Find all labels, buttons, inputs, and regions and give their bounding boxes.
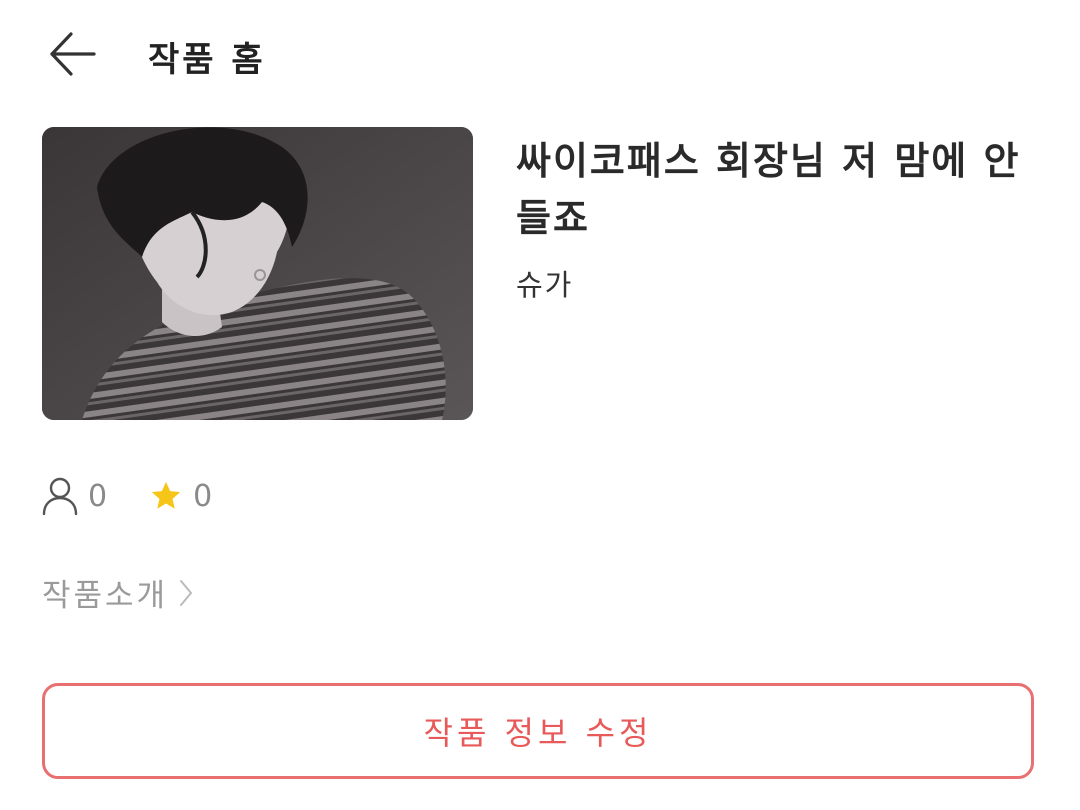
page-title: 작품 홈 (148, 40, 266, 80)
readers-count: 0 (88, 478, 108, 514)
author-name: 슈가 (516, 268, 574, 302)
edit-work-info-label: 작품 정보 수정 (423, 714, 653, 752)
work-intro-label: 작품소개 (42, 578, 169, 614)
work-title: 싸이코패스 회장님 저 맘에 안 들죠 (516, 139, 1021, 240)
favorites-stat: 0 (149, 479, 212, 514)
star-icon (151, 481, 181, 509)
person-icon (42, 477, 78, 516)
arrow-left-icon (50, 32, 96, 76)
readers-stat: 0 (42, 476, 107, 516)
edit-work-info-button[interactable]: 작품 정보 수정 (42, 683, 1034, 779)
chevron-right-icon (180, 579, 193, 606)
favorites-count: 0 (193, 478, 213, 514)
back-button[interactable] (44, 26, 102, 82)
stats-row: 0 0 (42, 474, 212, 518)
cover-image (42, 127, 473, 420)
work-intro-link[interactable]: 작품소개 (42, 570, 194, 615)
top-bar: 작품 홈 (0, 0, 1080, 110)
